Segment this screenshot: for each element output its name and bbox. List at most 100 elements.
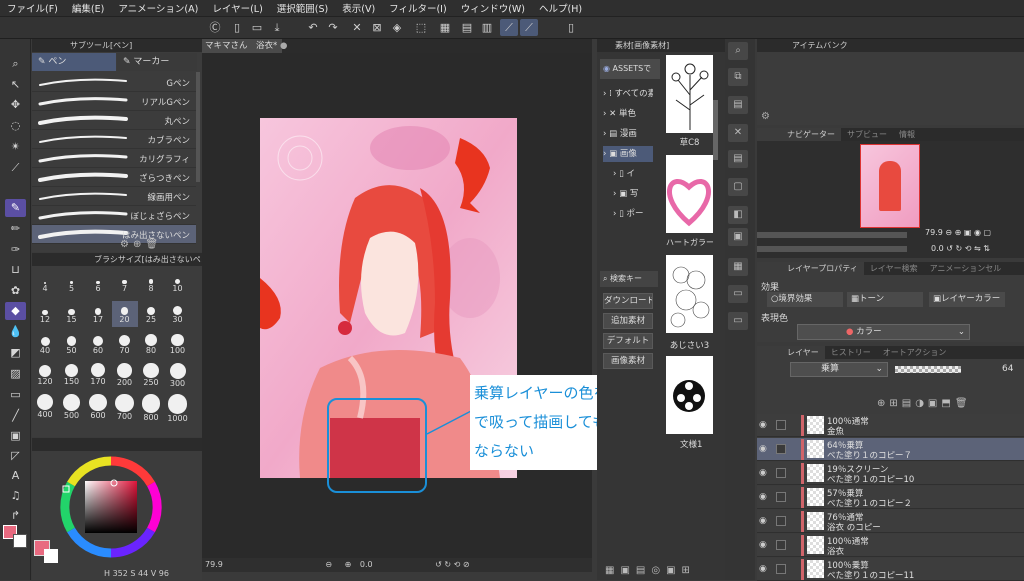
material-tree-item[interactable]: › ▤ 漫画 (603, 126, 653, 142)
page-side-icon[interactable]: ▢ (728, 178, 748, 196)
layer-lock-checkbox[interactable] (776, 468, 786, 478)
navigator-angle-slider[interactable] (757, 246, 907, 252)
eye-icon[interactable]: ◉ (759, 516, 771, 526)
brush-size-cell[interactable]: 800 (138, 394, 164, 422)
material-tree-item[interactable]: › ▯ ポー (613, 206, 653, 222)
balloon-tool-icon[interactable]: ◸ (5, 447, 26, 465)
tab-layer-property[interactable]: レイヤープロパティ (757, 262, 864, 275)
fill-tool-icon[interactable]: ◩ (5, 344, 26, 362)
brush-size-cell[interactable]: 60 (85, 332, 111, 358)
operation-tool-icon[interactable]: ↖ (5, 76, 26, 94)
material-tree-item[interactable]: › ▯ イ (613, 166, 653, 182)
undo-icon[interactable]: ↶ (304, 19, 322, 36)
menu-animation[interactable]: アニメーション(A) (111, 1, 205, 15)
line-tool-icon[interactable]: ╱ (5, 407, 26, 425)
brush-size-cell[interactable]: 10 (165, 270, 191, 296)
menu-selection[interactable]: 選択範囲(S) (270, 1, 335, 15)
menu-filter[interactable]: フィルター(I) (382, 1, 454, 15)
lasso-tool-icon[interactable]: ◌ (5, 117, 26, 135)
cut-icon[interactable]: ⊠ (368, 19, 386, 36)
device-icon[interactable]: ▯ (562, 19, 580, 36)
eye-icon[interactable]: ◉ (759, 444, 771, 454)
brush-scrollbar[interactable] (196, 72, 200, 182)
save-icon[interactable]: ⤓ (268, 19, 286, 36)
tab-auto-action[interactable]: オートアクション (877, 346, 953, 359)
brush-size-cell[interactable]: 20 (111, 301, 138, 327)
layer-row[interactable]: ◉ 19％スクリーン べた塗り１のコピー10 (757, 462, 1024, 485)
tab-pen[interactable]: ✎ ペン (32, 53, 116, 71)
close-tab-icon[interactable]: ● (280, 41, 287, 51)
material-thumb-heart[interactable] (666, 155, 713, 233)
layer-row[interactable]: ◉ 64％乗算 べた塗り１のコピー７ (757, 438, 1024, 461)
layer-lock-checkbox[interactable] (776, 516, 786, 526)
navigator-rotate-icons[interactable]: ↺ ↻ ⟲ ⇋ ⇅ (946, 244, 990, 253)
tab-subview[interactable]: サブビュー (841, 128, 893, 141)
snap-special-icon[interactable]: ⟋ (520, 19, 538, 36)
speech-tool-icon[interactable]: ♫ (5, 487, 26, 505)
transform-icon[interactable]: ⬚ (412, 19, 430, 36)
gradient-tool-icon[interactable]: ▨ (5, 365, 26, 383)
layer-row[interactable]: ◉ 100％通常 浴衣 (757, 534, 1024, 557)
opacity-value[interactable]: 64 (1002, 364, 1013, 374)
item-bank-settings-icon[interactable]: ⚙ (761, 111, 770, 122)
zoom-in-icon[interactable]: ⊕ (345, 560, 352, 569)
doc-side-icon[interactable]: ▤ (728, 96, 748, 114)
brush-size-cell[interactable]: 5 (59, 270, 85, 296)
tab-marker[interactable]: ✎ マーカー (117, 53, 197, 71)
color-wheel[interactable] (59, 455, 163, 559)
brush-item[interactable]: はみ出さないペン (32, 225, 196, 244)
brush-size-cell[interactable]: 15 (59, 301, 85, 327)
zoom-tool-icon[interactable]: ⌕ (5, 55, 26, 73)
tone-button[interactable]: ▦トーン (847, 292, 923, 307)
airbrush-tool-icon[interactable]: ⊔ (5, 261, 26, 279)
clear-icon[interactable]: ✕ (348, 19, 366, 36)
document-tab[interactable]: マキマさん 浴衣* ● (202, 39, 287, 53)
zoom-value[interactable]: 79.9 (205, 560, 223, 569)
brush-size-cell[interactable]: 150 (59, 363, 85, 389)
download-button[interactable]: ダウンロード (603, 293, 653, 309)
menu-layer[interactable]: レイヤー(L) (205, 1, 269, 15)
brush-size-cell[interactable]: 600 (85, 394, 111, 420)
stack-side-icon[interactable]: ◧ (728, 206, 748, 224)
tab-layer[interactable]: レイヤー (757, 346, 825, 359)
layer-lock-checkbox[interactable] (776, 444, 786, 454)
rotate-icons[interactable]: ↺ ↻ ⟲ ⊘ (435, 560, 469, 569)
brush-item[interactable]: ぼじょざらペン (32, 206, 196, 225)
new-file-icon[interactable]: ▯ (228, 19, 246, 36)
assets-button[interactable]: ◉ ASSETSで (600, 59, 660, 79)
grid-icon[interactable]: ▦ (436, 19, 454, 36)
brush-item[interactable]: 線画用ペン (32, 187, 196, 206)
eyedropper-icon[interactable]: ⟋ (5, 159, 26, 177)
brush-size-cell[interactable]: 1000 (165, 394, 191, 423)
tab-info[interactable]: 情報 (893, 128, 921, 141)
menu-window[interactable]: ウィンドウ(W) (454, 1, 532, 15)
image-material-button[interactable]: 画像素材 (603, 353, 653, 369)
layer-row[interactable]: ◉ 76％通常 浴衣 のコピー (757, 510, 1024, 533)
frame-side-icon[interactable]: ▣ (728, 228, 748, 246)
expression-color-select[interactable]: ● カラー ⌄ (797, 324, 970, 340)
brush-size-cell[interactable]: 80 (138, 332, 164, 358)
menu-help[interactable]: ヘルプ(H) (532, 1, 589, 15)
redo-icon[interactable]: ↷ (324, 19, 342, 36)
fill-icon[interactable]: ◈ (388, 19, 406, 36)
material-tree-item[interactable]: › ⁞ すべての素 (603, 86, 653, 102)
layer-action-icons[interactable]: ⊕⊞▤◑▣⬒🗑 (877, 398, 972, 409)
brush-size-cell[interactable]: 70 (112, 332, 138, 358)
brush-size-cell[interactable]: 8 (138, 270, 164, 296)
brush-size-cell[interactable]: 12 (32, 301, 58, 327)
snap-icon[interactable]: ▥ (478, 19, 496, 36)
brush-size-cell[interactable]: 7 (112, 270, 138, 296)
material-search-field[interactable]: ⌕ 検索キー (600, 271, 658, 287)
brush-size-cell[interactable]: 40 (32, 332, 58, 358)
panel-side-icon[interactable]: ▭ (728, 285, 748, 303)
angle-value[interactable]: 0.0 (360, 560, 373, 569)
brush-item[interactable]: ざらつきペン (32, 168, 196, 187)
brush-size-cell[interactable]: 250 (138, 363, 164, 389)
canvas-area[interactable]: 乗算レイヤーの色をスポイトで吸って描画しても同じ色にならない (202, 53, 684, 558)
sub-color-chip[interactable] (44, 549, 58, 563)
frame-tool-icon[interactable]: ▣ (5, 427, 26, 445)
brush-size-cell[interactable]: 6 (85, 270, 111, 296)
brush-size-cell[interactable]: 700 (112, 394, 138, 421)
brush-size-cell[interactable]: 300 (165, 363, 191, 389)
layer-color-button[interactable]: ▣レイヤーカラー (929, 292, 1005, 307)
